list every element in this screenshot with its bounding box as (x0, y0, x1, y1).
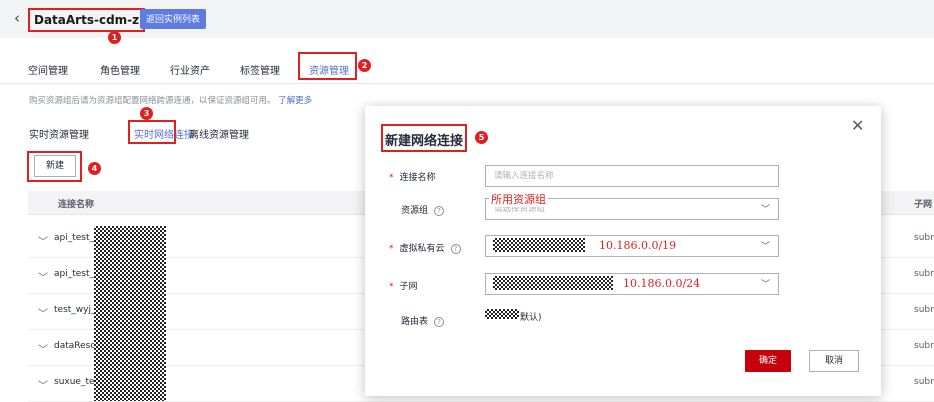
step-badge-3: 3 (140, 107, 153, 120)
label-text: 子网 (399, 282, 418, 292)
label-text: 连接名称 (399, 173, 436, 183)
return-instance-list-button[interactable]: 返回实例列表 (140, 9, 207, 29)
label-text: 路由表 (401, 317, 429, 327)
chevron-left-icon[interactable]: ‹ (14, 9, 20, 27)
dialog-title: 新建网络连接 (381, 124, 468, 152)
tab-industry-assets[interactable]: 行业资产 (170, 62, 210, 77)
subtab-realtime-resources[interactable]: 实时资源管理 (29, 126, 89, 141)
vpc-annotation: 10.186.0.0/19 (599, 239, 677, 252)
close-icon[interactable]: ✕ (851, 116, 864, 135)
connection-name: api_test_ (54, 233, 95, 243)
subnet-cell: subn (914, 305, 934, 315)
expand-icon[interactable]: ﹀ (38, 341, 48, 356)
tab-divider (0, 83, 934, 84)
connection-name: suxue_te (54, 377, 95, 387)
step-badge-2: 2 (358, 59, 371, 72)
subtab-realtime-network[interactable]: 实时网络连接 (134, 126, 194, 141)
redaction-mosaic (493, 238, 585, 252)
subnet-cell: subn (914, 269, 934, 279)
step-badge-4: 4 (88, 162, 101, 175)
step-badge-5: 5 (475, 131, 488, 144)
subnet-label: * 子网 (389, 279, 418, 292)
tab-space-management[interactable]: 空间管理 (28, 62, 68, 77)
connection-name: dataReso (54, 341, 96, 351)
cancel-button[interactable]: 取消 (809, 350, 859, 372)
new-connection-button[interactable]: 新建 (34, 155, 76, 177)
subnet-annotation: 10.186.0.0/24 (623, 277, 701, 290)
resource-group-annotation: 所用资源组 (489, 191, 548, 207)
subnet-cell: subn (914, 341, 934, 351)
chevron-down-icon: ﹀ (760, 205, 770, 215)
subtab-offline-resources[interactable]: 离线资源管理 (189, 126, 249, 141)
connection-name: test_wyj_ (54, 305, 96, 315)
column-header-subnet: 子网 (914, 200, 933, 210)
tab-resource-management[interactable]: 资源管理 (309, 62, 349, 77)
expand-icon[interactable]: ﹀ (38, 377, 48, 392)
learn-more-link[interactable]: 了解更多 (278, 96, 312, 106)
label-text: 虚拟私有云 (399, 244, 445, 254)
tab-role-management[interactable]: 角色管理 (100, 62, 140, 77)
tab-tag-management[interactable]: 标签管理 (240, 62, 280, 77)
route-table-label: 路由表? (389, 314, 445, 327)
expand-icon[interactable]: ﹀ (38, 233, 48, 248)
connection-name-label: * 连接名称 (389, 170, 436, 183)
vpc-label: * 虚拟私有云? (389, 241, 461, 254)
chevron-down-icon: ﹀ (760, 242, 770, 252)
redaction-mosaic (94, 226, 166, 401)
redaction-mosaic (485, 309, 519, 319)
subnet-cell: subn (914, 377, 934, 387)
label-text: 资源组 (401, 206, 429, 216)
redaction-mosaic (493, 276, 613, 290)
page-header: ‹ DataArts-cdm-z 返回实例列表 (0, 0, 934, 38)
hint-text: 购买资源组后请为资源组配置网络跨源连通，以保证资源组可用。 (29, 96, 276, 106)
column-header-name: 连接名称 (58, 200, 95, 210)
required-mark: * (389, 282, 394, 292)
connection-name-field[interactable] (485, 165, 779, 187)
chevron-down-icon: ﹀ (760, 280, 770, 290)
help-icon[interactable]: ? (450, 244, 461, 254)
connection-name-input[interactable] (486, 166, 746, 186)
instance-title: DataArts-cdm-z (28, 8, 146, 32)
confirm-button[interactable]: 确定 (745, 350, 791, 372)
step-badge-1: 1 (108, 31, 121, 44)
help-icon[interactable]: ? (434, 206, 445, 216)
required-mark: * (389, 173, 394, 183)
resource-group-label: 资源组? (389, 203, 445, 216)
route-table-value: 默认) (520, 313, 542, 323)
connection-name: api_test_ (54, 269, 95, 279)
expand-icon[interactable]: ﹀ (38, 269, 48, 284)
subnet-cell: subn (914, 233, 934, 243)
help-icon[interactable]: ? (434, 317, 445, 327)
required-mark: * (389, 244, 394, 254)
new-connection-dialog: 新建网络连接 5 ✕ *连接名称 资源组? ﹀ 所用资源组 *虚拟私有云? ﹀ … (365, 106, 881, 396)
expand-icon[interactable]: ﹀ (38, 305, 48, 320)
info-hint: 购买资源组后请为资源组配置网络跨源连通，以保证资源组可用。 了解更多 (29, 94, 312, 106)
